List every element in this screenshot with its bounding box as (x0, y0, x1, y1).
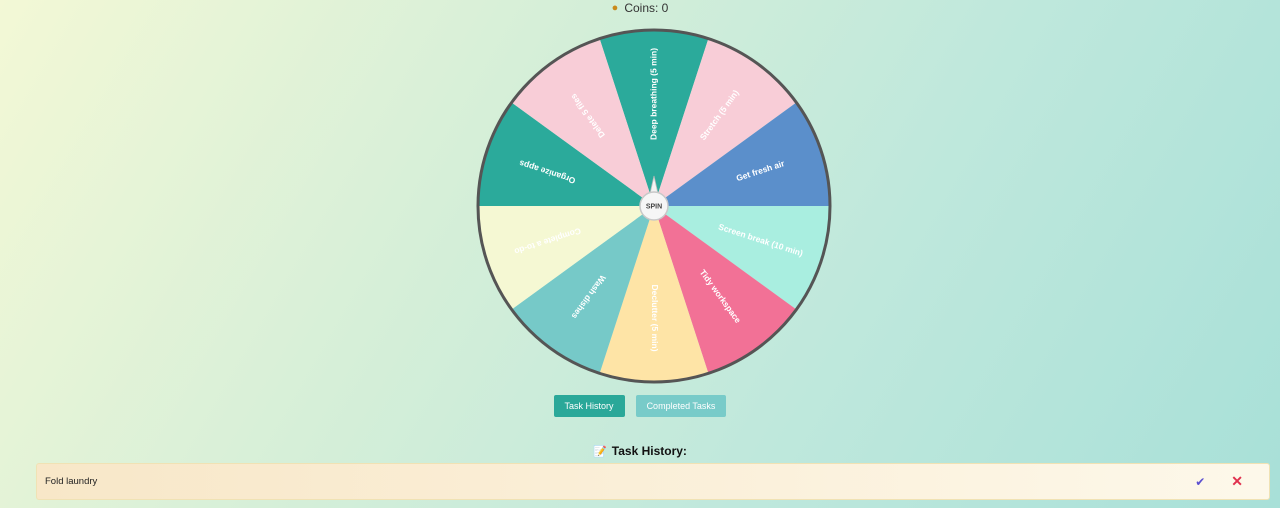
task-history-heading: 📝 Task History: (0, 444, 1280, 458)
wheel-segment-label: Deep breathing (5 min) (648, 48, 658, 140)
task-history-button[interactable]: Task History (553, 395, 625, 417)
view-toggle: Task History Completed Tasks (0, 395, 1280, 417)
delete-close-icon[interactable]: ✕ (1231, 473, 1243, 490)
coins-label: Coins: 0 (624, 1, 669, 15)
memo-icon: 📝 (593, 445, 607, 458)
task-name: Fold laundry (45, 476, 98, 487)
coins-counter: ● Coins: 0 (0, 0, 1280, 16)
wheel-graphic[interactable]: Deep breathing (5 min) Stretch (5 min)Get… (474, 26, 834, 386)
task-history-title: Task History: (611, 444, 687, 458)
complete-check-icon[interactable]: ✔ (1195, 475, 1205, 489)
completed-tasks-button[interactable]: Completed Tasks (635, 395, 727, 417)
money-bag-icon: ● (611, 2, 619, 14)
spin-label[interactable]: SPIN (646, 203, 662, 210)
prize-wheel[interactable]: Deep breathing (5 min) Stretch (5 min) Get… (474, 26, 834, 386)
wheel-segment-label: Declutter (5 min) (650, 284, 660, 351)
list-item: Fold laundry ✔ ✕ (36, 463, 1270, 500)
